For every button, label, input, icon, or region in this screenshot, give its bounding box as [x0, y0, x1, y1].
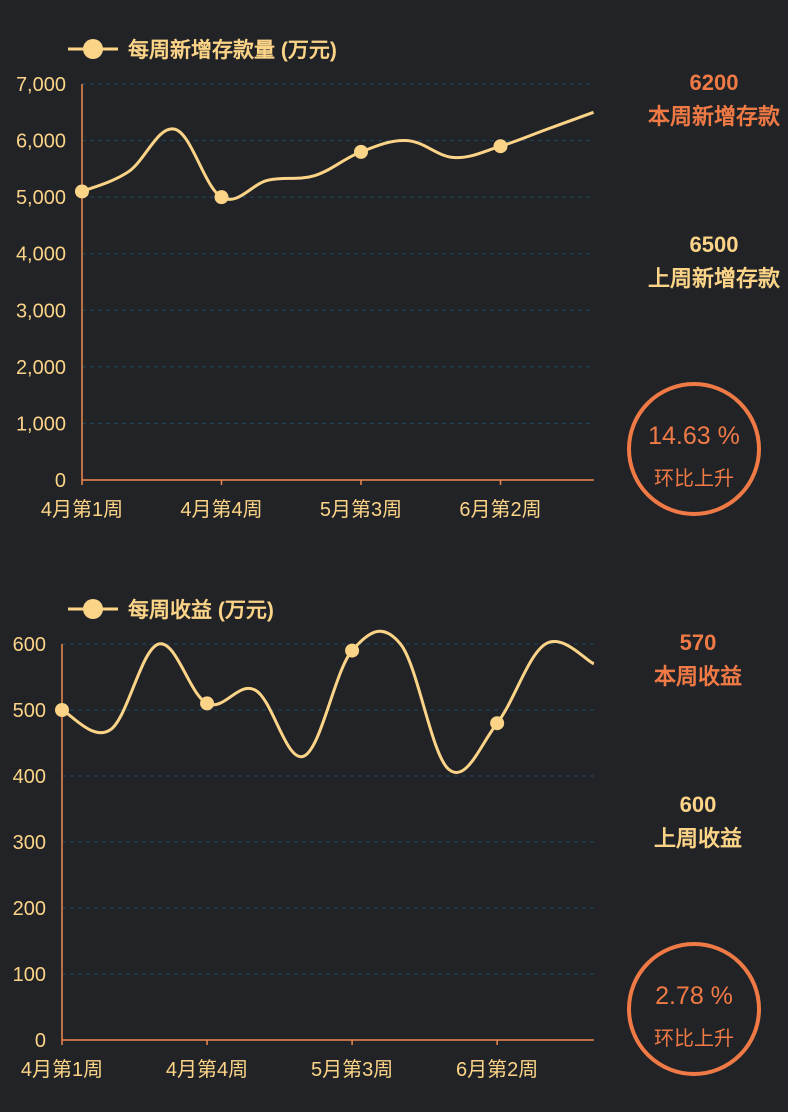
- change-percent: 14.63 %: [648, 422, 740, 450]
- previous-week-value: 6500: [689, 232, 739, 257]
- previous-week-stat: 6500 上周新增存款: [614, 228, 788, 296]
- series-line: [61, 629, 595, 774]
- y-tick-label: 500: [13, 700, 46, 722]
- x-tick-label: 5月第3周: [320, 498, 402, 521]
- current-week-stat: 6200 本周新增存款: [614, 66, 788, 134]
- y-tick-label: 100: [13, 964, 46, 986]
- x-tick-label: 6月第2周: [459, 498, 541, 521]
- x-tick-label: 4月第4周: [166, 1058, 248, 1081]
- legend-label: 每周收益 (万元): [128, 598, 274, 622]
- data-point: [75, 184, 89, 199]
- y-tick-label: 0: [55, 470, 66, 492]
- data-point: [354, 144, 368, 159]
- previous-week-value: 600: [679, 792, 717, 817]
- deposit-line-chart: 0 1,000 2,000 3,000 4,000 5,000 6,000 7,000 4月第1…: [16, 38, 595, 521]
- data-point: [345, 643, 360, 658]
- previous-week-stat: 600 上周收益: [598, 788, 788, 856]
- series-line: [81, 110, 595, 201]
- income-panel: 0 100 200 300 400 500 600 4月第1周 4月第4周 5月第3周 6月第2周 每…: [0, 560, 788, 1112]
- y-tick-label: 1,000: [16, 413, 66, 435]
- current-week-value: 570: [679, 630, 717, 655]
- y-tick-label: 5,000: [16, 187, 66, 209]
- legend: 每周收益 (万元): [68, 598, 274, 622]
- x-tick-label: 6月第2周: [456, 1058, 538, 1081]
- y-tick-label: 2,000: [16, 357, 66, 379]
- change-ring: 14.63 % 环比上升: [627, 382, 761, 516]
- x-tick-label: 4月第4周: [180, 498, 262, 521]
- current-week-value: 6200: [689, 70, 739, 95]
- y-tick-label: 300: [13, 832, 46, 854]
- y-tick-label: 0: [35, 1030, 46, 1052]
- x-tick-label: 4月第1周: [21, 1058, 103, 1081]
- income-line-chart: 0 100 200 300 400 500 600 4月第1周 4月第4周 5月第3周 6月第2周 每…: [13, 598, 595, 1081]
- change-label: 环比上升: [654, 1028, 734, 1050]
- current-week-stat: 570 本周收益: [598, 626, 788, 694]
- change-label: 环比上升: [654, 468, 734, 490]
- y-tick-label: 200: [13, 898, 46, 920]
- previous-week-label: 上周新增存款: [647, 266, 780, 291]
- data-point: [200, 696, 215, 711]
- change-percent: 2.78 %: [655, 982, 733, 1010]
- current-week-label: 本周新增存款: [647, 104, 780, 129]
- deposit-panel: 0 1,000 2,000 3,000 4,000 5,000 6,000 7,000 4月第1…: [0, 0, 788, 552]
- y-tick-label: 6,000: [16, 131, 66, 153]
- legend-marker: [83, 39, 103, 59]
- legend-label: 每周新增存款量 (万元): [128, 38, 337, 62]
- data-point: [490, 716, 505, 731]
- previous-week-label: 上周收益: [653, 826, 742, 851]
- current-week-label: 本周收益: [653, 664, 742, 689]
- y-tick-label: 400: [13, 766, 46, 788]
- y-tick-label: 600: [13, 634, 46, 656]
- x-tick-label: 4月第1周: [41, 498, 123, 521]
- data-point: [214, 190, 229, 205]
- y-tick-label: 4,000: [16, 244, 66, 266]
- y-tick-label: 7,000: [16, 74, 66, 96]
- legend: 每周新增存款量 (万元): [68, 38, 337, 62]
- data-point: [55, 703, 69, 717]
- x-tick-label: 5月第3周: [311, 1058, 393, 1081]
- y-tick-label: 3,000: [16, 300, 66, 322]
- legend-marker: [83, 599, 103, 619]
- change-ring: 2.78 % 环比上升: [627, 942, 761, 1076]
- data-point: [493, 139, 508, 154]
